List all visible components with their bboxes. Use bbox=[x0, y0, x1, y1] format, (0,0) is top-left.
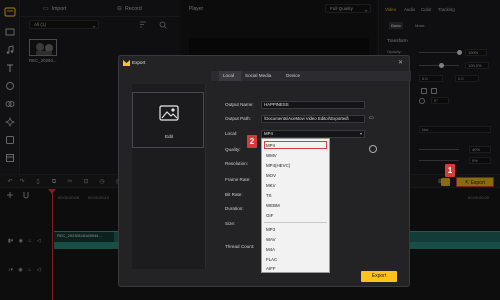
close-icon[interactable]: ✕ bbox=[398, 59, 403, 66]
dropdown-divider bbox=[264, 222, 327, 223]
tab-device[interactable]: Device bbox=[286, 73, 300, 78]
output-name-label: Output Name: bbox=[225, 102, 254, 107]
output-path-label: Output Path: bbox=[225, 116, 251, 121]
edit-label: Edit bbox=[165, 134, 173, 139]
edit-thumbnail[interactable]: Edit bbox=[132, 92, 204, 148]
resolution-label: Resolution: bbox=[225, 161, 248, 166]
tab-local[interactable]: Local bbox=[223, 73, 234, 78]
option-wmv[interactable]: WMV bbox=[266, 153, 277, 158]
option-mp4[interactable]: MP4 bbox=[266, 143, 275, 148]
quality-label: Quality: bbox=[225, 147, 241, 152]
format-select[interactable]: MP4 ▾ bbox=[261, 130, 365, 138]
option-mkv[interactable]: MKV bbox=[266, 183, 276, 188]
option-mov[interactable]: MOV bbox=[266, 173, 276, 178]
dialog-title: Export bbox=[132, 60, 146, 65]
step-badge-2: 2 bbox=[247, 135, 257, 148]
step-badge-1: 1 bbox=[445, 164, 455, 177]
export-button[interactable]: Export bbox=[361, 271, 397, 282]
frame-rate-label: Frame Rate: bbox=[225, 177, 251, 182]
option-webm[interactable]: WEBM bbox=[266, 203, 280, 208]
option-gif[interactable]: GIF bbox=[266, 213, 273, 218]
option-flac[interactable]: FLAC bbox=[266, 257, 277, 262]
format-dropdown: MP4 WMV MP4(HEVC) MOV MKV TS WEBM GIF MP… bbox=[261, 138, 330, 273]
settings-gear-icon[interactable] bbox=[369, 145, 377, 153]
option-mp3[interactable]: MP3 bbox=[266, 227, 275, 232]
option-aiff[interactable]: AIFF bbox=[266, 266, 276, 271]
export-logo-icon bbox=[123, 60, 130, 66]
size-label: Size: bbox=[225, 221, 236, 226]
option-wav[interactable]: WAV bbox=[266, 237, 276, 242]
output-name-field[interactable]: HAPPINESS bbox=[261, 101, 365, 109]
option-m4a[interactable]: M4A bbox=[266, 247, 275, 252]
option-mp4-hevc[interactable]: MP4(HEVC) bbox=[266, 163, 290, 168]
thread-count-label: Thread Count: bbox=[225, 244, 255, 249]
chevron-down-icon: ▾ bbox=[359, 131, 362, 136]
tab-social-media[interactable]: Social Media bbox=[245, 73, 271, 78]
local-format-label: Local: bbox=[225, 131, 238, 136]
duration-label: Duration: bbox=[225, 206, 244, 211]
output-path-field[interactable]: \Documents\AceMovi Video Editor\Exported… bbox=[261, 115, 365, 123]
image-edit-icon bbox=[159, 105, 179, 121]
bit-rate-label: Bit Rate: bbox=[225, 192, 243, 197]
dialog-tabbar bbox=[211, 71, 411, 81]
folder-icon[interactable]: ▭ bbox=[369, 115, 374, 121]
option-ts[interactable]: TS bbox=[266, 193, 272, 198]
